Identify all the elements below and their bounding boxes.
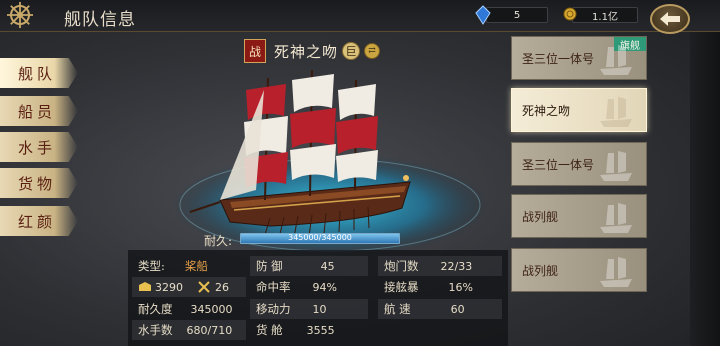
ship-silhouette-icon — [600, 203, 632, 233]
gem-counter: 5 — [486, 7, 548, 23]
fleet-ship-card[interactable]: 战列舰 — [511, 194, 647, 238]
speed-label: 航 速 — [384, 302, 411, 316]
cannon-row: 炮门数 22/33 — [378, 256, 502, 276]
defense-value: 45 — [320, 259, 335, 273]
mobility-value: 10 — [312, 302, 327, 316]
type-value: 桨船 — [184, 259, 208, 273]
hit-value: 94% — [312, 280, 337, 294]
ship-silhouette-icon — [600, 151, 632, 181]
gold-counter: 1.1亿 — [572, 7, 638, 23]
fleet-ship-name: 圣三位一体号 — [522, 158, 595, 172]
boarding-row: 接舷暴 16% — [378, 277, 502, 297]
hold-label: 货 舱 — [256, 323, 283, 337]
cargo-icon — [139, 282, 151, 291]
fleet-ship-name: 战列舰 — [522, 264, 559, 278]
fleet-ship-name: 死神之吻 — [522, 104, 571, 118]
durability-label: 耐久: — [204, 234, 233, 248]
cargo-power-value: 3290 — [155, 280, 183, 294]
swap-icon[interactable]: ⇄ — [364, 43, 381, 59]
crossed-swords-icon — [198, 281, 210, 293]
tab-sailors-label: 水手 — [18, 138, 57, 157]
sailors-label: 水手数 — [138, 323, 173, 337]
tab-sailors[interactable]: 水手 — [0, 132, 78, 162]
top-bar: 舰队信息 5 1.1亿 — [0, 0, 720, 34]
boarding-label: 接舷暴 — [384, 280, 419, 294]
type-label: 类型: — [138, 259, 165, 273]
stats-panel: 类型: 桨船 3290 26 耐久度 345000 水手数 680/710 防 … — [128, 250, 508, 346]
ship-illustration — [189, 69, 411, 239]
back-arrow-icon — [660, 12, 680, 26]
hold-row: 货 舱 3555 — [250, 320, 368, 340]
tab-cargo-label: 货物 — [18, 174, 57, 193]
fleet-ship-card[interactable]: 圣三位一体号 旗舰 — [511, 36, 647, 80]
gem-count: 5 — [513, 9, 521, 21]
ship-name: 死神之吻 — [274, 42, 339, 61]
fleet-ship-name: 战列舰 — [522, 210, 559, 224]
tab-consorts-label: 红颜 — [18, 212, 57, 231]
speed-row: 航 速 60 — [378, 299, 502, 319]
ship-wheel-icon — [2, 0, 38, 30]
gold-coin-icon — [563, 7, 577, 21]
durability-stat-label: 耐久度 — [138, 302, 173, 316]
ship-silhouette-icon — [600, 45, 632, 75]
attack-value: 26 — [215, 280, 229, 294]
sailors-row: 水手数 680/710 — [132, 320, 246, 340]
hit-label: 命中率 — [256, 280, 291, 294]
ship-silhouette-icon — [600, 97, 632, 127]
fleet-ship-card[interactable]: 战列舰 — [511, 248, 647, 292]
tab-consorts[interactable]: 红颜 — [0, 206, 78, 236]
battle-badge: 战 — [244, 39, 266, 63]
tab-fleet-label: 舰队 — [18, 64, 57, 83]
cannon-label: 炮门数 — [384, 259, 419, 273]
ship-name-bar: 战 死神之吻 巨 ⇄ — [244, 38, 381, 64]
fleet-ship-card[interactable]: 圣三位一体号 — [511, 142, 647, 186]
cannon-value: 22/33 — [440, 259, 473, 273]
boarding-value: 16% — [448, 280, 473, 294]
speed-value: 60 — [450, 302, 465, 316]
cargo-power-row: 3290 26 — [132, 277, 246, 297]
game-screen: 舰队信息 5 1.1亿 舰队 船员 水手 货物 红颜 战 死神之吻 巨 ⇄ 耐久… — [0, 0, 720, 346]
mobility-row: 移动力 10 — [250, 299, 368, 319]
fleet-ship-card[interactable]: 死神之吻 — [511, 88, 647, 132]
gold-count: 1.1亿 — [592, 11, 618, 23]
durability-bar: 345000/345000 — [240, 233, 400, 244]
type-row: 类型: 桨船 — [138, 256, 248, 276]
hold-value: 3555 — [306, 323, 335, 337]
defense-row: 防 御 45 — [250, 256, 368, 276]
tab-cargo[interactable]: 货物 — [0, 168, 78, 198]
right-edge-shadow — [690, 32, 720, 346]
sailors-value: 680/710 — [186, 323, 233, 337]
hit-row: 命中率 94% — [250, 277, 368, 297]
tab-crew[interactable]: 船员 — [0, 96, 78, 126]
blue-gem-icon — [475, 5, 491, 25]
tab-fleet[interactable]: 舰队 — [0, 58, 78, 88]
durability-stat-value: 345000 — [190, 302, 233, 316]
ship-silhouette-icon — [600, 257, 632, 287]
mobility-label: 移动力 — [256, 302, 291, 316]
size-badge: 巨 — [342, 42, 361, 60]
tab-crew-label: 船员 — [18, 102, 57, 121]
defense-label: 防 御 — [256, 259, 283, 273]
durability-row: 耐久度 345000 — [138, 299, 248, 319]
fleet-ship-name: 圣三位一体号 — [522, 52, 595, 66]
durability-text: 345000/345000 — [288, 233, 352, 242]
back-button[interactable] — [650, 4, 690, 34]
page-title: 舰队信息 — [64, 10, 136, 30]
